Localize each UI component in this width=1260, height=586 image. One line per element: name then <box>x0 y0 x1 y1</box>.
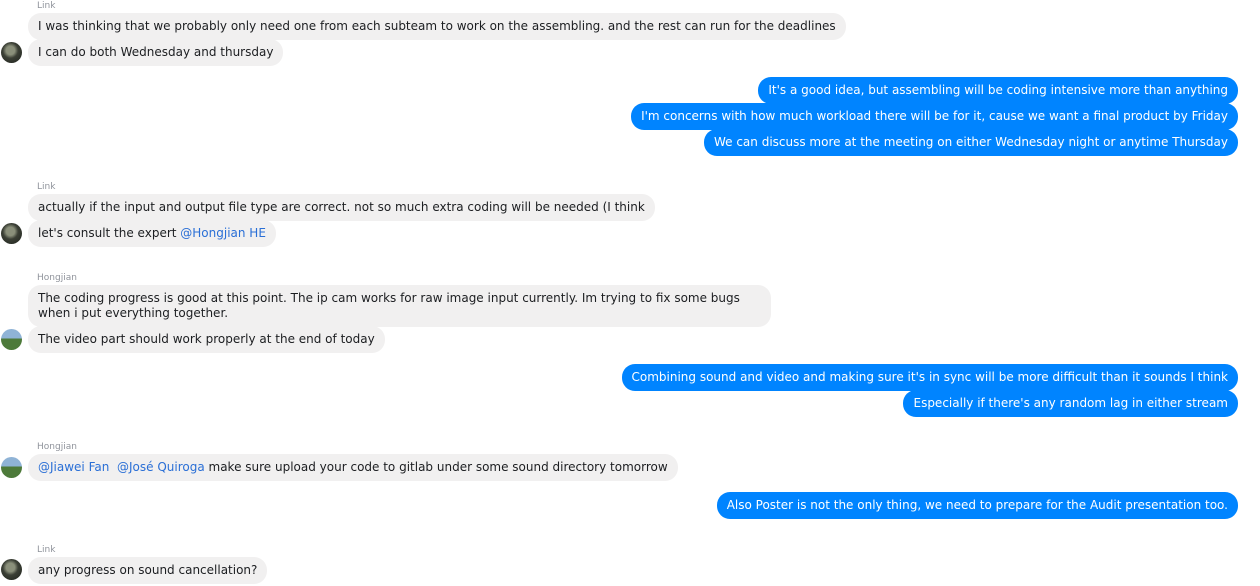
sender-name: Hongjian <box>37 273 77 283</box>
message-bubble[interactable]: I'm concerns with how much workload ther… <box>631 103 1238 130</box>
avatar[interactable] <box>1 329 22 350</box>
mention-link[interactable]: @Hongjian HE <box>180 226 266 240</box>
sender-name: Hongjian <box>37 442 77 452</box>
message-bubble[interactable]: We can discuss more at the meeting on ei… <box>703 129 1238 156</box>
message-bubble[interactable]: let's consult the expert @Hongjian HE <box>28 220 276 247</box>
message-text: make sure upload your code to gitlab und… <box>204 460 668 474</box>
message-bubble[interactable]: It's a good idea, but assembling will be… <box>758 77 1238 104</box>
sender-name: Link <box>37 1 56 11</box>
avatar[interactable] <box>1 42 22 63</box>
message-bubble[interactable]: I was thinking that we probably only nee… <box>28 13 846 40</box>
avatar[interactable] <box>1 223 22 244</box>
message-bubble[interactable]: actually if the input and output file ty… <box>28 194 655 221</box>
message-bubble[interactable]: any progress on sound cancellation? <box>28 557 268 584</box>
sender-name: Link <box>37 182 56 192</box>
avatar[interactable] <box>1 559 22 580</box>
message-bubble[interactable]: @Jiawei Fan @José Quiroga make sure uplo… <box>28 454 678 481</box>
message-bubble[interactable]: Combining sound and video and making sur… <box>621 364 1238 391</box>
mention-link[interactable]: @José Quiroga <box>117 460 205 474</box>
avatar[interactable] <box>1 457 22 478</box>
message-bubble[interactable]: The coding progress is good at this poin… <box>28 285 771 327</box>
sender-name: Link <box>37 545 56 555</box>
message-text: let's consult the expert <box>38 226 181 240</box>
message-bubble[interactable]: I can do both Wednesday and thursday <box>28 39 284 66</box>
message-bubble[interactable]: Especially if there's any random lag in … <box>903 390 1238 417</box>
mention-link[interactable]: @Jiawei Fan <box>38 460 109 474</box>
message-bubble[interactable]: The video part should work properly at t… <box>28 326 385 353</box>
message-bubble[interactable]: Also Poster is not the only thing, we ne… <box>716 492 1238 519</box>
